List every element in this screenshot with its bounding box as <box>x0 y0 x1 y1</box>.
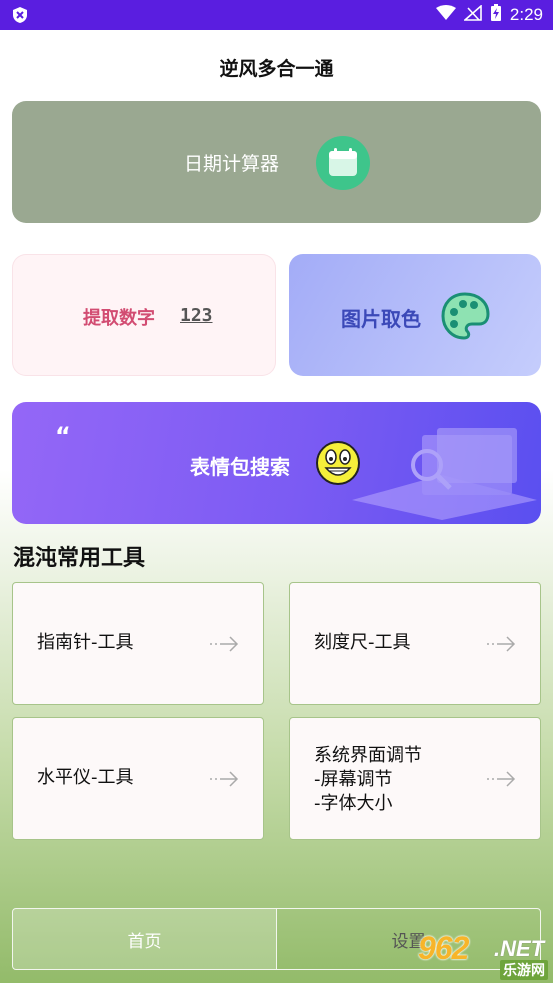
app-title: 逆风多合一通 <box>219 58 334 80</box>
search-illustration-icon <box>342 420 541 524</box>
arrow-right-icon <box>486 635 516 657</box>
smiley-face-icon <box>315 440 361 490</box>
number-123-icon: 123 <box>180 305 213 326</box>
compass-tool-tile[interactable]: 指南针-工具 <box>12 582 264 705</box>
tool-sublabel: -屏幕调节 <box>314 769 393 790</box>
tool-label: 水平仪-工具 <box>37 767 134 788</box>
system-settings-tool-tile[interactable]: 系统界面调节 -屏幕调节 -字体大小 <box>289 717 541 840</box>
watermark-number: 962 <box>418 930 469 966</box>
signal-icon <box>462 4 482 25</box>
pick-color-card[interactable]: 图片取色 <box>289 254 541 376</box>
watermark-site-name: 乐游网 <box>500 960 548 980</box>
wifi-icon <box>435 5 456 25</box>
palette-icon <box>439 290 491 346</box>
tool-label: 系统界面调节 <box>314 745 422 766</box>
extract-number-label: 提取数字 <box>83 308 155 329</box>
shield-icon <box>12 6 28 28</box>
emoji-search-card[interactable]: “ 表情包搜索 <box>12 402 541 524</box>
arrow-right-icon <box>486 770 516 792</box>
arrow-right-icon <box>209 770 239 792</box>
extract-number-card[interactable]: 提取数字 123 <box>12 254 276 376</box>
ruler-tool-tile[interactable]: 刻度尺-工具 <box>289 582 541 705</box>
pick-color-label: 图片取色 <box>341 307 421 331</box>
tab-home[interactable]: 首页 <box>13 909 277 969</box>
tool-label: 刻度尺-工具 <box>314 632 411 653</box>
date-calculator-card[interactable]: 日期计算器 <box>12 101 541 223</box>
watermark-logo: 962 .NET 乐游网 <box>416 930 550 980</box>
tool-sublabel: -字体大小 <box>314 793 393 814</box>
clock: 2:29 <box>509 5 543 24</box>
status-bar: 2:29 <box>0 0 553 30</box>
section-title: 混沌常用工具 <box>13 546 146 571</box>
battery-charging-icon <box>490 4 502 26</box>
date-calculator-label: 日期计算器 <box>184 153 280 175</box>
level-tool-tile[interactable]: 水平仪-工具 <box>12 717 264 840</box>
emoji-search-label: 表情包搜索 <box>190 455 290 479</box>
quote-mark: “ <box>55 422 71 450</box>
tool-label: 指南针-工具 <box>37 632 134 653</box>
calendar-icon <box>316 136 370 190</box>
arrow-right-icon <box>209 635 239 657</box>
watermark-net: .NET <box>494 936 545 961</box>
